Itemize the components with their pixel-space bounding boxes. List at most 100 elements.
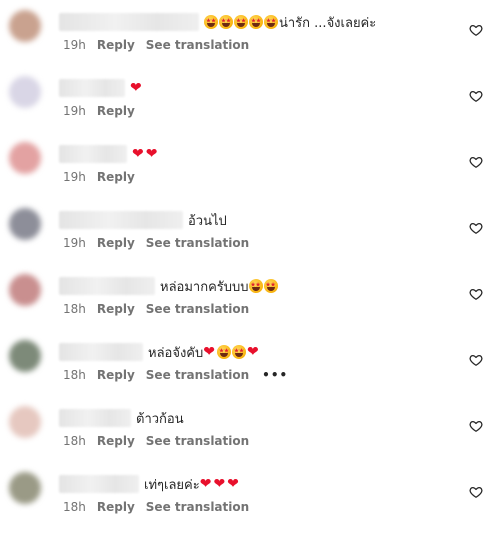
comment-body: หล่อจังคับ ❤ ❤ bbox=[59, 342, 261, 362]
red-heart-emoji: ❤ bbox=[199, 476, 212, 492]
star-struck-emoji bbox=[249, 15, 263, 29]
reply-button[interactable]: Reply bbox=[97, 302, 135, 316]
comment-text-content: น่ารัก ...จังเลยค่ะ bbox=[279, 15, 377, 31]
reply-button[interactable]: Reply bbox=[97, 500, 135, 514]
comment-text-content: เท่ๆเลยค่ะ bbox=[144, 477, 200, 493]
see-translation-button[interactable]: See translation bbox=[146, 434, 249, 448]
comment-meta: 19h Reply bbox=[63, 170, 146, 184]
comment-text: เท่ๆเลยค่ะ ❤ ❤ ❤ bbox=[144, 474, 241, 495]
timestamp: 19h bbox=[63, 170, 86, 184]
comment-text-content: หล่อมากครับบบ bbox=[160, 279, 249, 295]
comment-text-content: หล่อจังคับ bbox=[148, 345, 204, 361]
red-heart-emoji: ❤ bbox=[213, 476, 226, 492]
comment-body: อ้วนไป bbox=[59, 210, 227, 230]
comment-body: ต้าวก้อน bbox=[59, 408, 184, 428]
heart-outline-icon[interactable] bbox=[469, 22, 483, 36]
comment-text: หล่อจังคับ ❤ ❤ bbox=[148, 342, 261, 363]
avatar[interactable] bbox=[9, 274, 41, 306]
avatar[interactable] bbox=[9, 10, 41, 42]
comment-item: หล่อมากครับบบ 18h Reply See translation bbox=[0, 264, 491, 330]
comment-body: น่ารัก ...จังเลยค่ะ bbox=[59, 12, 376, 32]
comment-text: ❤ ❤ bbox=[132, 147, 159, 161]
timestamp: 19h bbox=[63, 104, 86, 118]
username-blurred[interactable] bbox=[59, 343, 143, 361]
username-blurred[interactable] bbox=[59, 13, 199, 31]
timestamp: 18h bbox=[63, 302, 86, 316]
avatar[interactable] bbox=[9, 142, 41, 174]
comment-item: น่ารัก ...จังเลยค่ะ 19h Reply See translati… bbox=[0, 0, 491, 66]
comment-meta: 18h Reply See translation bbox=[63, 434, 260, 448]
comment-text: ต้าวก้อน bbox=[136, 408, 184, 429]
avatar[interactable] bbox=[9, 340, 41, 372]
red-heart-emoji: ❤ bbox=[247, 344, 259, 360]
reply-button[interactable]: Reply bbox=[97, 104, 135, 118]
comment-body: เท่ๆเลยค่ะ ❤ ❤ ❤ bbox=[59, 474, 241, 494]
comment-item: หล่อจังคับ ❤ ❤ 18h Reply See translation ••• bbox=[0, 330, 491, 396]
comment-text: อ้วนไป bbox=[188, 210, 227, 231]
see-translation-button[interactable]: See translation bbox=[146, 500, 249, 514]
username-blurred[interactable] bbox=[59, 277, 155, 295]
comment-body: หล่อมากครับบบ bbox=[59, 276, 279, 296]
avatar[interactable] bbox=[9, 472, 41, 504]
star-struck-emoji bbox=[219, 15, 233, 29]
timestamp: 19h bbox=[63, 38, 86, 52]
username-blurred[interactable] bbox=[59, 79, 125, 97]
comment-meta: 18h Reply See translation bbox=[63, 302, 260, 316]
username-blurred[interactable] bbox=[59, 145, 127, 163]
red-heart-emoji: ❤ bbox=[132, 146, 144, 162]
comment-body: ❤ bbox=[59, 78, 144, 98]
comment-text-content: อ้วนไป bbox=[188, 213, 227, 229]
comment-meta: 19h Reply See translation bbox=[63, 236, 260, 250]
heart-outline-icon[interactable] bbox=[469, 352, 483, 366]
username-blurred[interactable] bbox=[59, 211, 183, 229]
heart-outline-icon[interactable] bbox=[469, 220, 483, 234]
comment-body: ❤ ❤ bbox=[59, 144, 159, 164]
comment-text: ❤ bbox=[130, 81, 144, 95]
see-translation-button[interactable]: See translation bbox=[146, 38, 249, 52]
comment-item: เท่ๆเลยค่ะ ❤ ❤ ❤ 18h Reply See translation bbox=[0, 462, 491, 528]
reply-button[interactable]: Reply bbox=[97, 236, 135, 250]
reply-button[interactable]: Reply bbox=[97, 368, 135, 382]
avatar[interactable] bbox=[9, 76, 41, 108]
username-blurred[interactable] bbox=[59, 409, 131, 427]
comment-item: ❤ 19h Reply bbox=[0, 66, 491, 132]
heart-outline-icon[interactable] bbox=[469, 418, 483, 432]
red-heart-emoji: ❤ bbox=[203, 344, 215, 360]
more-options-icon[interactable]: ••• bbox=[262, 368, 288, 382]
comment-meta: 19h Reply See translation bbox=[63, 38, 260, 52]
red-heart-emoji: ❤ bbox=[145, 146, 158, 162]
heart-outline-icon[interactable] bbox=[469, 286, 483, 300]
reply-button[interactable]: Reply bbox=[97, 434, 135, 448]
comment-text-content: ต้าวก้อน bbox=[136, 411, 184, 427]
star-struck-emoji bbox=[248, 279, 263, 293]
comment-meta: 18h Reply See translation bbox=[63, 500, 260, 514]
see-translation-button[interactable]: See translation bbox=[146, 236, 249, 250]
comment-text: หล่อมากครับบบ bbox=[160, 276, 279, 297]
star-struck-emoji bbox=[264, 15, 278, 29]
comment-item: ❤ ❤ 19h Reply bbox=[0, 132, 491, 198]
see-translation-button[interactable]: See translation bbox=[146, 368, 249, 382]
comment-item: อ้วนไป 19h Reply See translation bbox=[0, 198, 491, 264]
star-struck-emoji bbox=[263, 279, 278, 293]
star-struck-emoji bbox=[232, 345, 246, 359]
see-translation-button[interactable]: See translation bbox=[146, 302, 249, 316]
comment-text: น่ารัก ...จังเลยค่ะ bbox=[204, 12, 376, 33]
reply-button[interactable]: Reply bbox=[97, 170, 135, 184]
star-struck-emoji bbox=[234, 15, 248, 29]
comment-item: ต้าวก้อน 18h Reply See translation bbox=[0, 396, 491, 462]
username-blurred[interactable] bbox=[59, 475, 139, 493]
heart-outline-icon[interactable] bbox=[469, 154, 483, 168]
avatar[interactable] bbox=[9, 208, 41, 240]
reply-button[interactable]: Reply bbox=[97, 38, 135, 52]
star-struck-emoji bbox=[217, 345, 231, 359]
comment-meta: 19h Reply bbox=[63, 104, 146, 118]
red-heart-emoji: ❤ bbox=[227, 476, 239, 492]
timestamp: 18h bbox=[63, 500, 86, 514]
red-heart-emoji: ❤ bbox=[130, 80, 142, 96]
heart-outline-icon[interactable] bbox=[469, 88, 483, 102]
timestamp: 18h bbox=[63, 368, 86, 382]
comment-meta: 18h Reply See translation ••• bbox=[63, 368, 299, 382]
avatar[interactable] bbox=[9, 406, 41, 438]
heart-outline-icon[interactable] bbox=[469, 484, 483, 498]
timestamp: 19h bbox=[63, 236, 86, 250]
